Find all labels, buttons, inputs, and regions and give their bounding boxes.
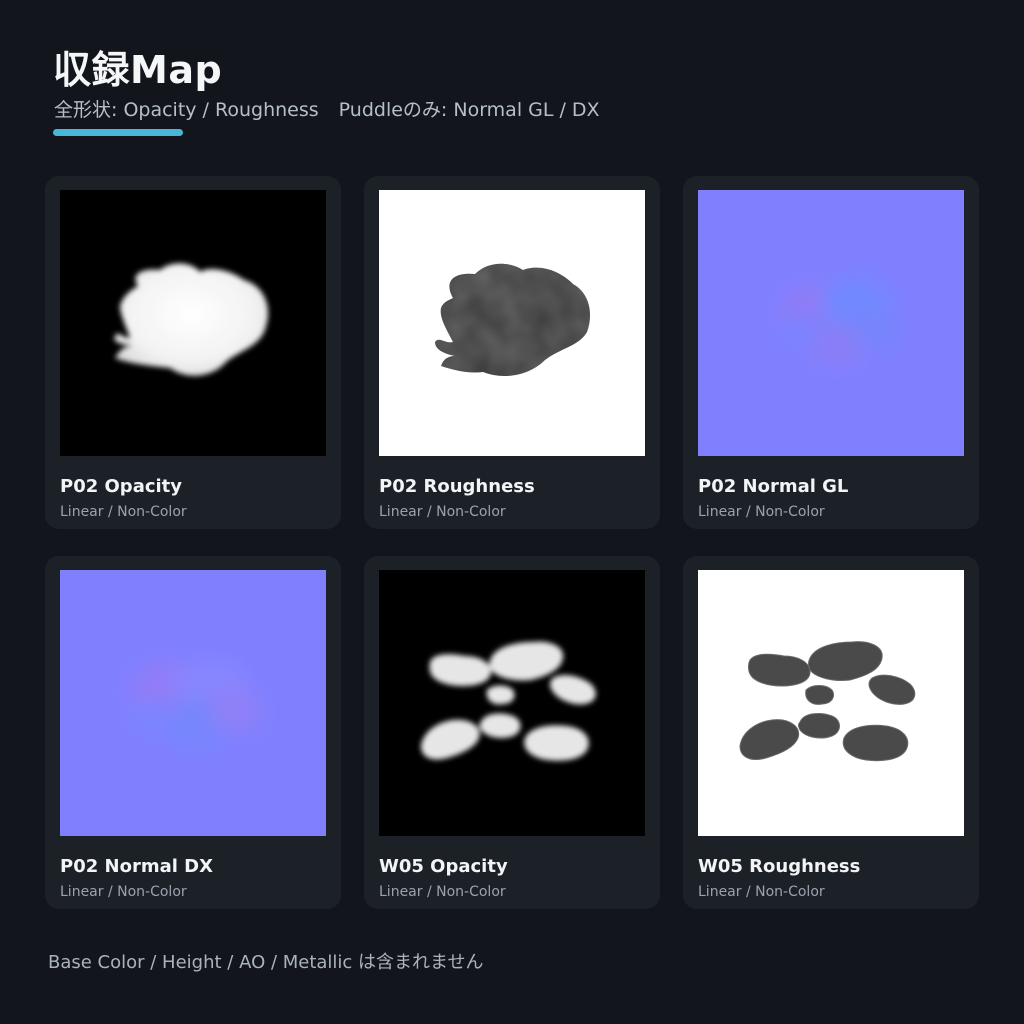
map-card-colorspace: Linear / Non-Color bbox=[60, 884, 187, 900]
w05-roughness-thumbnail bbox=[698, 570, 964, 836]
w05-opacity-image bbox=[379, 570, 645, 836]
subtitle-puddle-only: Puddleのみ: Normal GL / DX bbox=[338, 99, 600, 121]
map-card-w05-opacity[interactable]: W05 Opacity Linear / Non-Color bbox=[364, 556, 660, 909]
p02-normal-gl-thumbnail bbox=[698, 190, 964, 456]
map-card-title: P02 Opacity bbox=[60, 476, 183, 497]
map-card-colorspace: Linear / Non-Color bbox=[60, 504, 187, 520]
w05-roughness-image bbox=[698, 570, 964, 836]
map-card-title: W05 Opacity bbox=[379, 856, 508, 877]
p02-roughness-thumbnail bbox=[379, 190, 645, 456]
map-card-colorspace: Linear / Non-Color bbox=[379, 504, 506, 520]
w05-opacity-thumbnail bbox=[379, 570, 645, 836]
map-card-colorspace: Linear / Non-Color bbox=[698, 884, 825, 900]
map-card-title: P02 Roughness bbox=[379, 476, 535, 497]
subtitle-all-shapes: 全形状: Opacity / Roughness bbox=[54, 99, 319, 121]
p02-normal-dx-image bbox=[60, 570, 326, 836]
p02-opacity-image bbox=[60, 190, 326, 456]
p02-roughness-image bbox=[379, 190, 645, 456]
p02-normal-dx-thumbnail bbox=[60, 570, 326, 836]
map-card-p02-roughness[interactable]: P02 Roughness Linear / Non-Color bbox=[364, 176, 660, 529]
map-card-p02-normal-gl[interactable]: P02 Normal GL Linear / Non-Color bbox=[683, 176, 979, 529]
p02-normal-gl-image bbox=[698, 190, 964, 456]
map-card-p02-normal-dx[interactable]: P02 Normal DX Linear / Non-Color bbox=[45, 556, 341, 909]
page-subtitle: 全形状: Opacity / Roughness Puddleのみ: Normal… bbox=[54, 97, 600, 123]
map-card-colorspace: Linear / Non-Color bbox=[379, 884, 506, 900]
map-card-title: P02 Normal GL bbox=[698, 476, 849, 497]
page-title: 収録Map bbox=[53, 48, 223, 92]
map-card-title: W05 Roughness bbox=[698, 856, 861, 877]
p02-opacity-thumbnail bbox=[60, 190, 326, 456]
map-card-title: P02 Normal DX bbox=[60, 856, 213, 877]
map-card-w05-roughness[interactable]: W05 Roughness Linear / Non-Color bbox=[683, 556, 979, 909]
map-grid: P02 Opacity Linear / Non-Color P02 Rough… bbox=[45, 176, 980, 909]
map-card-colorspace: Linear / Non-Color bbox=[698, 504, 825, 520]
title-accent-bar bbox=[53, 129, 183, 136]
excluded-maps-note: Base Color / Height / AO / Metallic は含まれ… bbox=[48, 952, 484, 973]
map-card-p02-opacity[interactable]: P02 Opacity Linear / Non-Color bbox=[45, 176, 341, 529]
